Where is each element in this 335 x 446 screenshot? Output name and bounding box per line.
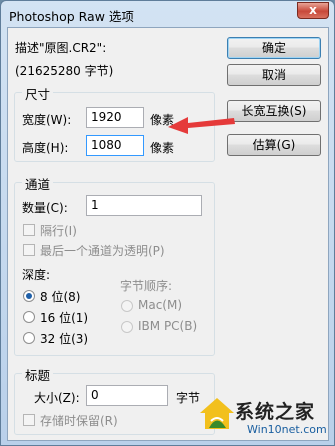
width-label: 宽度(W):	[22, 113, 72, 127]
depth-16-label: 16 位(1)	[40, 311, 89, 325]
header-size-input[interactable]: 0	[86, 385, 168, 406]
watermark-site: Win10net.com	[247, 423, 327, 436]
annotation-arrow-icon	[168, 117, 235, 134]
file-bytes-label: (21625280 字节)	[15, 64, 114, 78]
watermark: 系统之家 Win10net.com	[197, 391, 333, 443]
byte-order-label: 字节顺序:	[120, 279, 173, 293]
byte-order-mac-radio[interactable]	[121, 300, 133, 312]
keep-when-saving-checkbox[interactable]	[23, 414, 35, 426]
channel-count-label: 数量(C):	[22, 201, 68, 215]
close-button[interactable]: x	[297, 2, 329, 19]
header-size-label: 大小(Z):	[34, 391, 80, 405]
watermark-brand: 系统之家	[235, 401, 316, 423]
last-channel-transparent-checkbox[interactable]	[23, 244, 35, 256]
house-logo-icon	[200, 398, 234, 429]
height-unit: 像素	[150, 141, 175, 155]
header-group-title: 标题	[22, 365, 54, 384]
depth-label: 深度:	[22, 268, 51, 282]
swap-dimensions-button[interactable]: 长宽互换(S)	[227, 100, 321, 122]
height-input[interactable]: 1080	[86, 135, 144, 156]
guess-button[interactable]: 估算(G)	[227, 134, 321, 156]
description-label: 描述"原图.CR2":	[15, 41, 107, 55]
interleaved-checkbox[interactable]	[23, 224, 35, 236]
width-input[interactable]: 1920	[86, 107, 144, 128]
depth-8-label: 8 位(8)	[40, 290, 81, 304]
depth-32-label: 32 位(3)	[40, 332, 89, 346]
channel-count-input[interactable]: 1	[86, 195, 202, 216]
byte-order-ibm-radio[interactable]	[121, 321, 133, 333]
byte-order-ibm-label: IBM PC(B)	[138, 319, 198, 333]
size-group-title: 尺寸	[22, 84, 54, 103]
title-bar[interactable]: Photoshop Raw 选项 x	[1, 1, 334, 27]
close-icon: x	[309, 3, 317, 17]
interleaved-label: 隔行(I)	[40, 224, 77, 238]
dialog-window: Photoshop Raw 选项 x 描述"原图.CR2": (21625280…	[0, 0, 335, 446]
ok-button[interactable]: 确定	[227, 37, 321, 59]
dialog-client-area: 描述"原图.CR2": (21625280 字节) 确定 取消 长宽互换(S) …	[7, 27, 329, 441]
height-label: 高度(H):	[22, 141, 69, 155]
keep-when-saving-label: 存储时保留(R)	[40, 414, 118, 428]
channels-group-title: 通道	[22, 174, 54, 193]
byte-order-mac-label: Mac(M)	[138, 298, 183, 312]
depth-8-radio[interactable]	[23, 290, 35, 302]
last-channel-transparent-label: 最后一个通道为透明(P)	[40, 244, 165, 258]
depth-16-radio[interactable]	[23, 311, 35, 323]
depth-32-radio[interactable]	[23, 332, 35, 344]
cancel-button[interactable]: 取消	[227, 64, 321, 86]
window-title: Photoshop Raw 选项	[9, 9, 134, 24]
